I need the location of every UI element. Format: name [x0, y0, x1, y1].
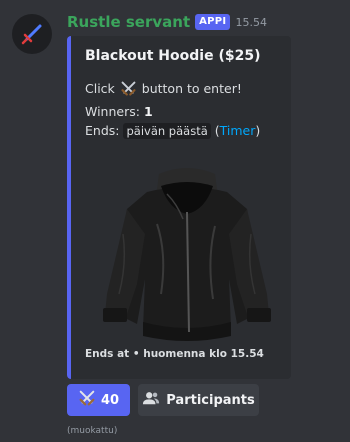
ends-label: Ends: — [85, 123, 120, 138]
message-header: Rustle servant APPI 15.54 — [67, 13, 267, 31]
enter-count: 40 — [100, 392, 120, 408]
ends-paren-close: ) — [255, 123, 261, 138]
black-hoodie-image[interactable] — [97, 164, 277, 354]
winners-line: Winners: 1 — [85, 102, 285, 121]
footer-label: Ends at — [85, 348, 130, 360]
footer-separator: • — [132, 348, 140, 360]
edited-label: (muokattu) — [67, 426, 118, 436]
users-icon — [142, 390, 160, 410]
giveaway-embed: Blackout Hoodie ($25) Click button to en… — [67, 36, 291, 379]
instruction-prefix: Click — [85, 81, 115, 96]
message-timestamp[interactable]: 15.54 — [235, 16, 267, 29]
embed-description: Click button to enter! Winners: 1 Ends: … — [85, 79, 285, 141]
enter-instruction: Click button to enter! — [85, 79, 285, 102]
sword-avatar-icon — [21, 24, 42, 45]
enter-giveaway-button[interactable]: 40 — [67, 384, 130, 416]
timer-link[interactable]: Timer — [220, 123, 256, 138]
ends-line: Ends: päivän päästä (Timer) — [85, 121, 285, 141]
footer-value: huomenna klo 15.54 — [143, 348, 264, 360]
ends-value: päivän päästä — [123, 123, 211, 139]
app-badge: APPI — [195, 14, 231, 30]
crossed-swords-icon — [78, 389, 96, 411]
participants-button[interactable]: Participants — [138, 384, 259, 416]
crossed-swords-icon — [120, 80, 137, 102]
instruction-suffix: button to enter! — [141, 81, 242, 96]
author-name[interactable]: Rustle servant — [67, 13, 190, 31]
participants-label: Participants — [166, 392, 255, 408]
bot-avatar[interactable] — [12, 14, 52, 54]
winners-value: 1 — [143, 104, 153, 119]
embed-title: Blackout Hoodie ($25) — [85, 48, 261, 64]
embed-footer: Ends at • huomenna klo 15.54 — [85, 348, 264, 360]
winners-label: Winners: — [85, 104, 140, 119]
